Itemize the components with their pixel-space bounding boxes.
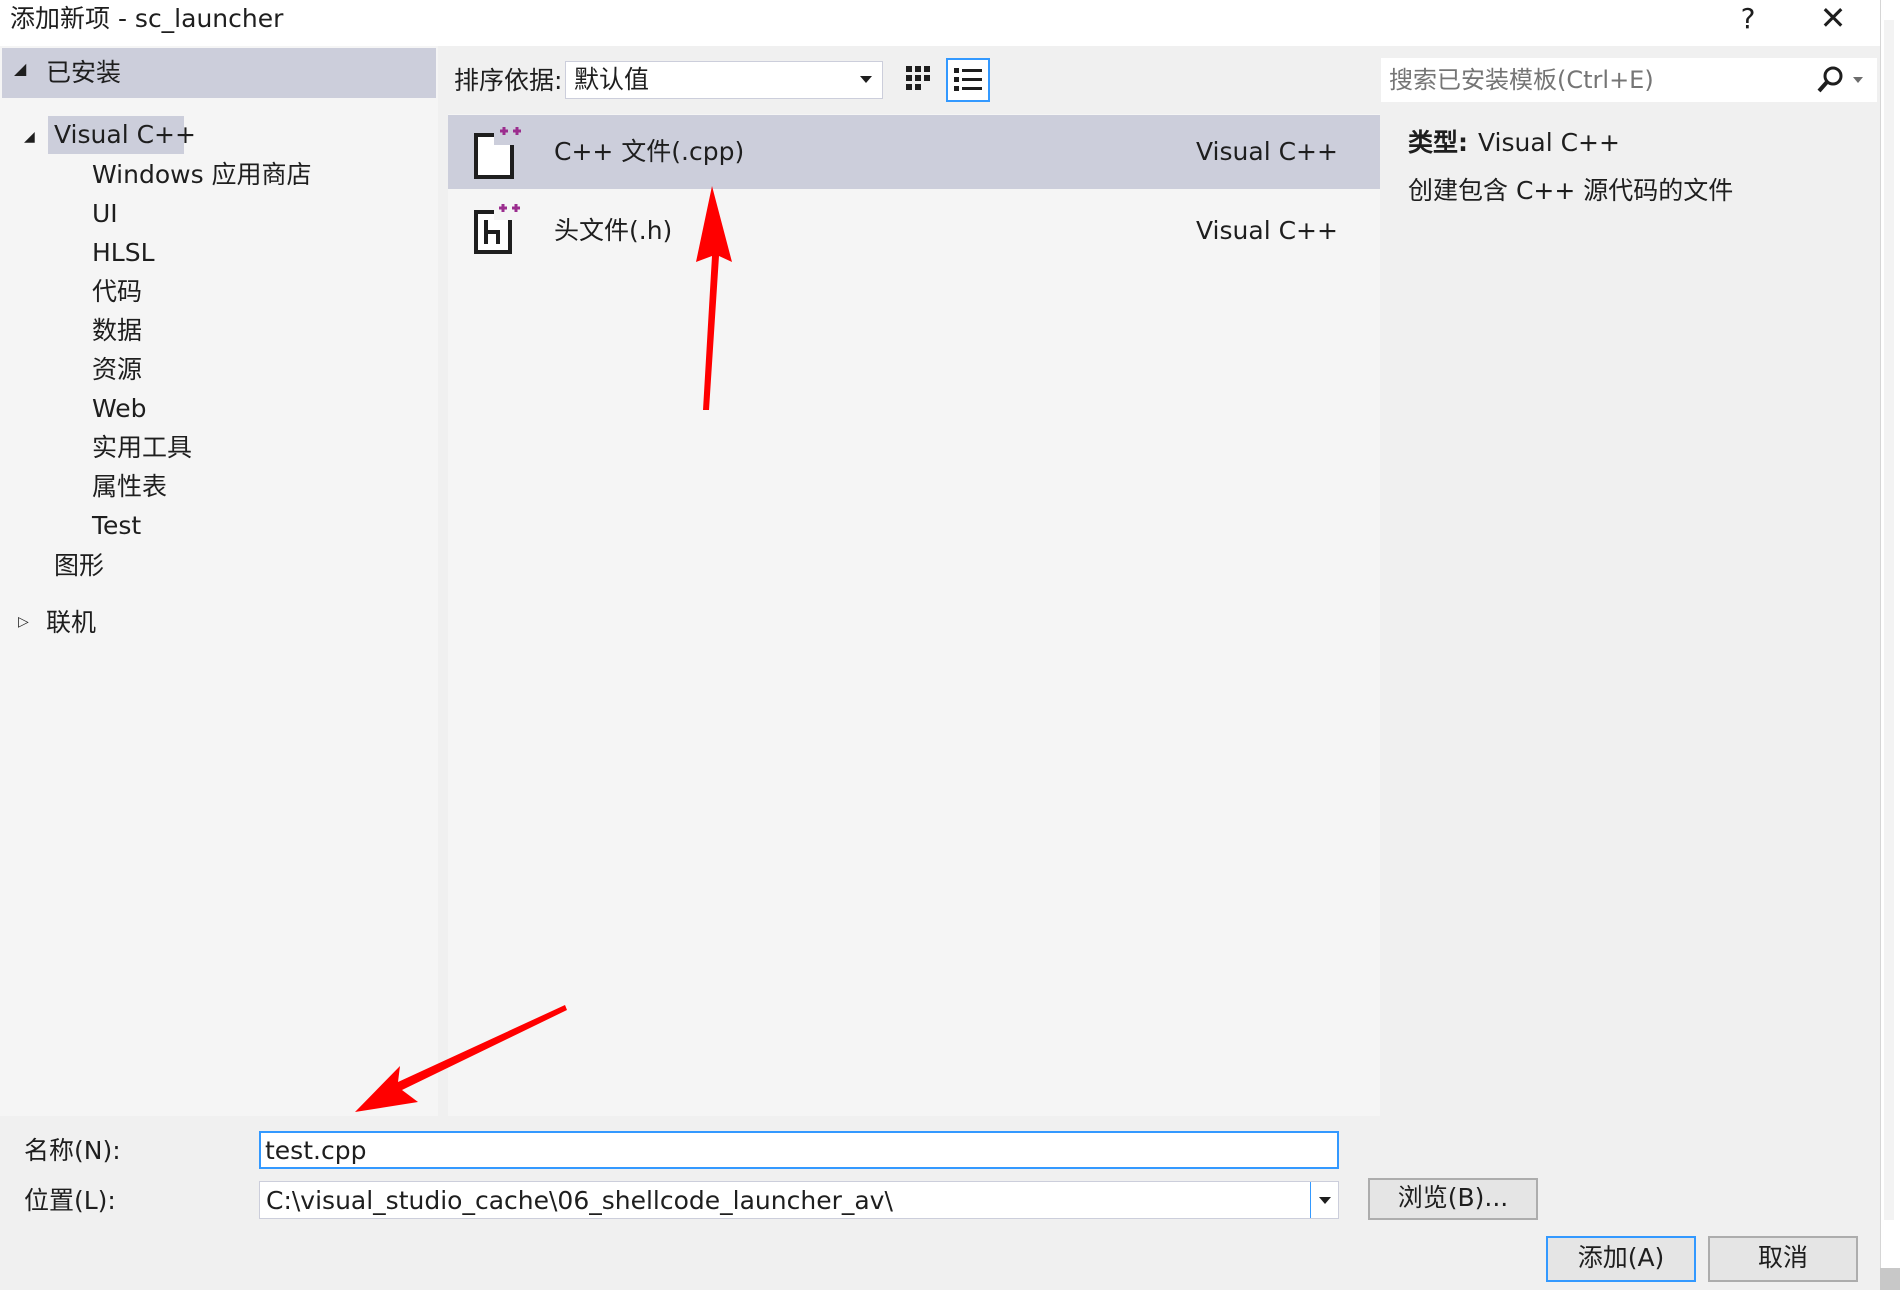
tree-node-hlsl[interactable]: HLSL <box>92 238 155 268</box>
scrollbar-thumb[interactable] <box>1884 20 1894 1220</box>
help-button[interactable]: ? <box>1728 0 1768 40</box>
template-description: 创建包含 C++ 源代码的文件 <box>1408 176 1734 205</box>
collapsed-triangle-icon[interactable]: ▷ <box>18 615 29 629</box>
tree-node-property-sheets[interactable]: 属性表 <box>92 472 167 502</box>
template-language: Visual C++ <box>1196 216 1338 245</box>
location-combobox[interactable] <box>259 1181 1339 1219</box>
tree-node-test[interactable]: Test <box>92 511 141 541</box>
tree-node-installed-label: 已安装 <box>46 58 122 87</box>
search-icon[interactable] <box>1813 64 1849 96</box>
name-input[interactable] <box>259 1131 1339 1169</box>
tree-node-data[interactable]: 数据 <box>92 316 142 346</box>
location-label: 位置(L): <box>24 1186 116 1215</box>
grid-view-icon <box>906 66 930 90</box>
template-row-header-file[interactable]: 头文件(.h) Visual C++ <box>448 194 1380 268</box>
cancel-button[interactable]: 取消 <box>1708 1236 1858 1282</box>
scrollbar-bottom-corner <box>1880 1268 1900 1290</box>
type-label: 类型: <box>1408 128 1468 157</box>
expanded-triangle-icon[interactable]: ◢ <box>24 130 35 144</box>
sort-by-value: 默认值 <box>574 65 650 94</box>
small-icons-view-button[interactable] <box>900 60 936 98</box>
window-title: 添加新项 - sc_launcher <box>10 4 284 33</box>
tree-node-web[interactable]: Web <box>92 394 147 424</box>
tree-node-resources[interactable]: 资源 <box>92 355 142 385</box>
tree-node-graphics[interactable]: 图形 <box>54 551 104 581</box>
search-input[interactable] <box>1389 62 1809 98</box>
tree-node-ui[interactable]: UI <box>92 199 118 229</box>
search-options-chevron-icon[interactable] <box>1853 77 1863 83</box>
list-view-icon <box>954 68 982 91</box>
sort-by-label: 排序依据: <box>454 66 563 95</box>
name-label: 名称(N): <box>24 1136 121 1165</box>
location-dropdown-button[interactable] <box>1310 1182 1338 1218</box>
chevron-down-icon <box>1319 1197 1331 1204</box>
add-button[interactable]: 添加(A) <box>1546 1236 1696 1282</box>
template-name: 头文件(.h) <box>554 216 673 245</box>
cpp-file-icon <box>468 121 528 183</box>
type-value: Visual C++ <box>1478 128 1620 157</box>
browse-button[interactable]: 浏览(B)... <box>1368 1178 1538 1220</box>
chevron-down-icon <box>860 76 872 83</box>
close-button[interactable]: ✕ <box>1810 0 1856 40</box>
tree-node-windows-store[interactable]: Windows 应用商店 <box>92 160 312 190</box>
template-category-tree <box>0 46 438 1116</box>
template-language: Visual C++ <box>1196 137 1338 166</box>
location-input[interactable] <box>260 1182 1310 1218</box>
tree-node-online[interactable]: 联机 <box>46 608 96 638</box>
sort-by-dropdown[interactable]: 默认值 <box>565 61 883 99</box>
tree-node-visual-cpp-label: Visual C++ <box>54 120 196 149</box>
expanded-triangle-icon[interactable]: ◢ <box>14 61 28 77</box>
template-row-cpp-file[interactable]: C++ 文件(.cpp) Visual C++ <box>448 115 1380 189</box>
tree-node-code[interactable]: 代码 <box>92 277 142 307</box>
list-view-button[interactable] <box>946 58 990 102</box>
tree-node-utilities[interactable]: 实用工具 <box>92 433 192 463</box>
header-file-icon <box>468 200 528 262</box>
template-name: C++ 文件(.cpp) <box>554 137 745 166</box>
template-details-panel <box>1381 114 1880 1116</box>
search-box[interactable] <box>1381 58 1877 102</box>
